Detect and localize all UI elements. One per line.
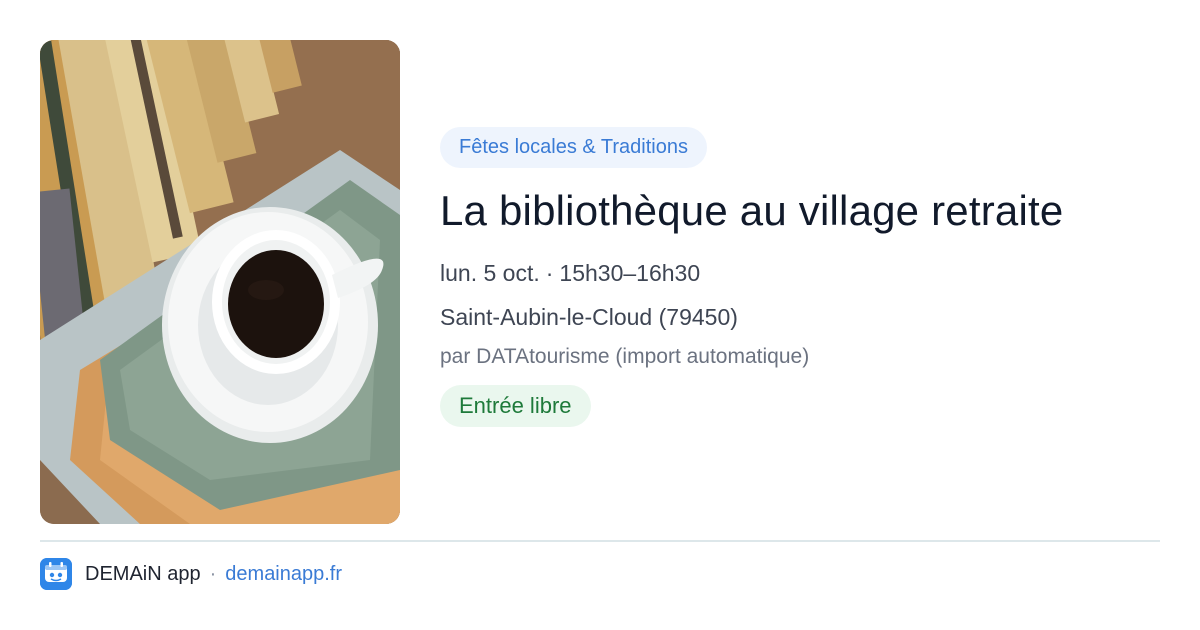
category-badge[interactable]: Fêtes locales & Traditions: [440, 127, 707, 168]
event-source: par DATAtourisme (import automatique): [440, 345, 810, 368]
footer: DEMAiN app · demainapp.fr: [40, 558, 342, 590]
demain-app-logo-icon[interactable]: [40, 558, 72, 590]
event-time: 15h30–16h30: [559, 260, 701, 286]
price-badge: Entrée libre: [440, 385, 591, 427]
event-card[interactable]: Fêtes locales & Traditions La bibliothèq…: [0, 0, 1200, 630]
event-date: lun. 5 oct.: [440, 260, 540, 286]
site-link[interactable]: demainapp.fr: [225, 563, 342, 586]
event-location: Saint-Aubin-le-Cloud (79450): [440, 304, 738, 330]
footer-divider: [40, 540, 1160, 542]
event-photo: [40, 40, 400, 524]
footer-separator: ·: [209, 562, 217, 585]
event-info: Fêtes locales & Traditions La bibliothèq…: [440, 127, 1160, 427]
brand-name: DEMAiN app: [85, 562, 201, 585]
datetime-separator: ·: [545, 260, 554, 286]
event-title[interactable]: La bibliothèque au village retraite: [440, 186, 1160, 236]
event-datetime: lun. 5 oct. · 15h30–16h30: [440, 258, 1160, 288]
